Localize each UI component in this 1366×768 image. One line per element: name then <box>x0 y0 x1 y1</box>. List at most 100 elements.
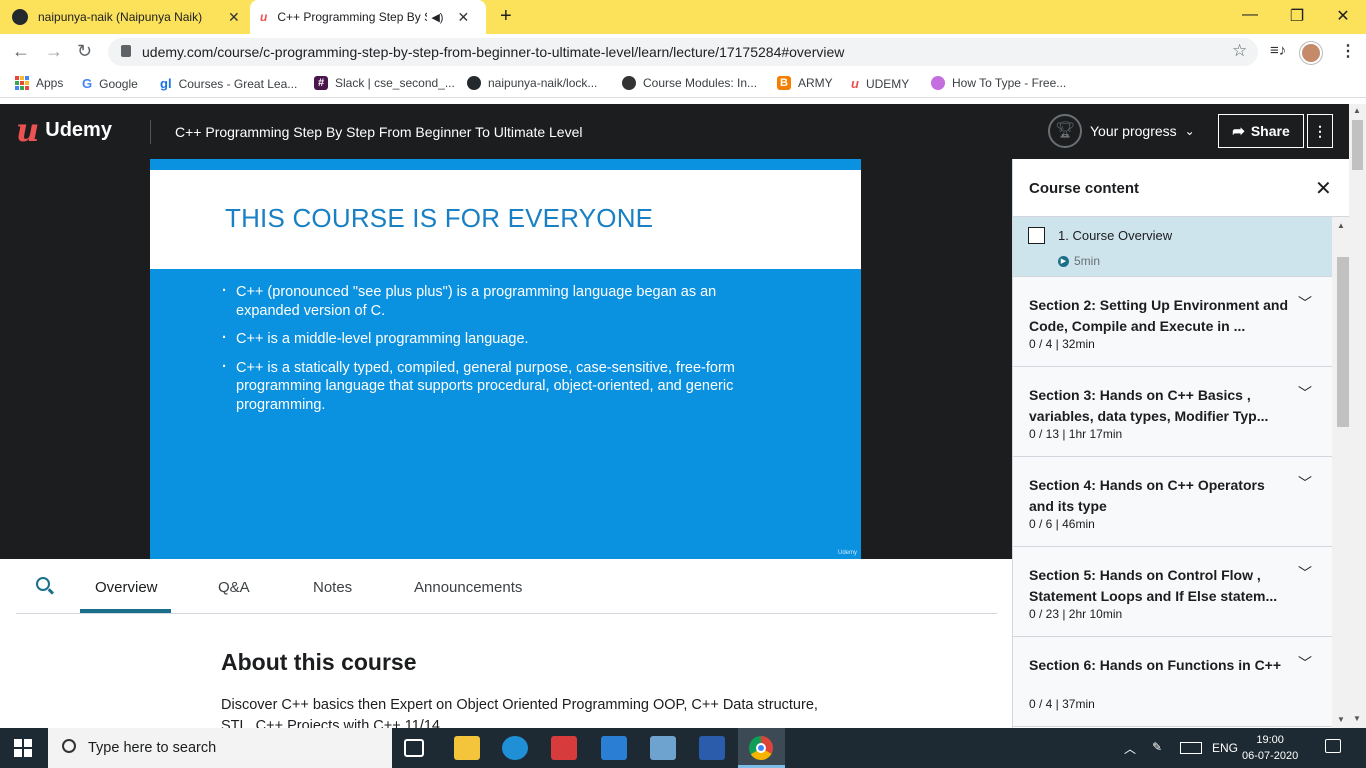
udemy-icon: u <box>851 76 859 91</box>
course-title[interactable]: C++ Programming Step By Step From Beginn… <box>175 124 582 140</box>
windows-start-icon[interactable] <box>14 739 32 757</box>
udemy-logo[interactable]: u Udemy <box>16 114 112 146</box>
section-title: Section 4: Hands on C++ Operators and it… <box>1029 477 1265 514</box>
keyboard-icon[interactable] <box>1180 742 1202 754</box>
close-tab-icon[interactable]: ✕ <box>228 9 240 26</box>
tab-overview[interactable]: Overview <box>95 579 158 596</box>
chevron-down-icon[interactable]: ﹀ <box>1298 473 1312 493</box>
scroll-up-icon[interactable]: ▲ <box>1337 221 1345 230</box>
slide-bullet: C++ (pronounced "see plus plus") is a pr… <box>222 282 782 320</box>
about-description: Discover C++ basics then Expert on Objec… <box>221 697 818 728</box>
chrome-menu-icon[interactable]: ⋮ <box>1340 41 1356 61</box>
minimize-icon[interactable]: — <box>1240 6 1260 24</box>
close-tab-icon[interactable]: ✕ <box>457 9 469 26</box>
section-meta: 0 / 4 | 37min <box>1029 697 1095 711</box>
reload-icon[interactable]: ↻ <box>77 41 92 62</box>
scroll-down-icon[interactable]: ▼ <box>1337 715 1345 724</box>
browser-tab-github[interactable]: naipunya-naik (Naipunya Naik) ✕ <box>12 0 248 34</box>
scroll-down-icon[interactable]: ▼ <box>1353 714 1361 723</box>
computer-icon[interactable] <box>650 736 676 760</box>
share-button[interactable]: ➦ Share <box>1218 114 1304 148</box>
share-label: Share <box>1250 123 1290 139</box>
bookmark-google[interactable]: G Google <box>82 76 138 91</box>
github-icon <box>467 76 481 90</box>
notifications-icon[interactable] <box>1325 739 1341 753</box>
video-player[interactable]: THIS COURSE IS FOR EVERYONE C++ (pronoun… <box>0 159 1012 559</box>
new-tab-icon[interactable]: + <box>500 5 512 28</box>
edge-icon[interactable] <box>502 736 528 760</box>
lecture-complete-checkbox[interactable] <box>1028 227 1045 244</box>
bookmark-army[interactable]: B ARMY <box>777 76 833 90</box>
bookmark-course-modules[interactable]: Course Modules: In... <box>622 76 757 90</box>
slide-title: THIS COURSE IS FOR EVERYONE <box>225 203 654 233</box>
bookmark-udemy[interactable]: u UDEMY <box>851 76 909 91</box>
gift-icon[interactable] <box>551 736 577 760</box>
file-explorer-icon[interactable] <box>454 736 480 760</box>
sidebar-scroll-thumb[interactable] <box>1337 257 1349 427</box>
typing-icon <box>931 76 945 90</box>
taskbar-search-box[interactable]: Type here to search <box>48 728 392 768</box>
bookmark-star-icon[interactable]: ☆ <box>1232 41 1247 61</box>
chevron-down-icon[interactable]: ﹀ <box>1298 293 1312 313</box>
chevron-down-icon[interactable]: ﹀ <box>1298 383 1312 403</box>
trophy-icon: 🏆︎ <box>1048 114 1082 148</box>
speaker-icon[interactable]: ◀) <box>431 11 443 24</box>
section-item[interactable]: Section 4: Hands on C++ Operators and it… <box>1013 457 1332 547</box>
mail-icon[interactable] <box>601 736 627 760</box>
bookmark-label: Course Modules: In... <box>643 76 758 90</box>
page-scrollbar[interactable]: ▲ ▼ <box>1349 104 1366 728</box>
more-options-icon[interactable]: ⋮ <box>1307 114 1333 148</box>
browser-tab-udemy[interactable]: u C++ Programming Step By Step ◀) ✕ <box>250 0 486 34</box>
current-lecture-item[interactable]: 1. Course Overview ▶ 5min <box>1013 217 1332 277</box>
chevron-down-icon[interactable]: ﹀ <box>1298 563 1312 583</box>
sidebar-scrollbar[interactable]: ▲ ▼ <box>1332 217 1349 728</box>
pen-icon[interactable]: ✎ <box>1152 740 1162 754</box>
tab-notes[interactable]: Notes <box>313 579 352 596</box>
section-title: Section 6: Hands on Functions in C++ <box>1029 657 1282 673</box>
tab-qa[interactable]: Q&A <box>218 579 250 596</box>
word-icon[interactable] <box>699 736 725 760</box>
bookmarks-bar: Apps G Google gl Courses - Great Lea... … <box>0 70 1366 98</box>
bookmark-how-to-type[interactable]: How To Type - Free... <box>931 76 1066 90</box>
section-item[interactable]: Section 5: Hands on Control Flow , State… <box>1013 547 1332 637</box>
udemy-icon: u <box>260 10 268 24</box>
forward-icon[interactable]: → <box>45 41 63 62</box>
lecture-slide: THIS COURSE IS FOR EVERYONE C++ (pronoun… <box>150 159 861 559</box>
close-window-icon[interactable]: ✕ <box>1333 6 1353 26</box>
task-view-icon[interactable] <box>404 739 424 757</box>
tab-announcements[interactable]: Announcements <box>414 579 522 596</box>
search-icon <box>62 739 76 753</box>
section-meta: 0 / 13 | 1hr 17min <box>1029 427 1123 441</box>
address-bar[interactable]: udemy.com/course/c-programming-step-by-s… <box>108 38 1258 66</box>
lock-icon <box>121 45 131 57</box>
close-icon[interactable]: ✕ <box>1315 176 1332 201</box>
section-item[interactable]: Section 2: Setting Up Environment and Co… <box>1013 277 1332 367</box>
slide-bullet: C++ is a statically typed, compiled, gen… <box>222 358 782 415</box>
bookmark-github[interactable]: naipunya-naik/lock... <box>467 76 597 90</box>
slack-icon: # <box>314 76 328 90</box>
language-indicator[interactable]: ENG <box>1212 741 1238 755</box>
section-item[interactable]: Section 3: Hands on C++ Basics , variabl… <box>1013 367 1332 457</box>
slide-bullet: C++ is a middle-level programming langua… <box>222 329 782 349</box>
url-text: udemy.com/course/c-programming-step-by-s… <box>142 44 845 60</box>
bookmark-apps[interactable]: Apps <box>15 76 63 90</box>
chrome-taskbar-button[interactable] <box>738 728 785 768</box>
section-item[interactable]: Section 6: Hands on Functions in C++ 0 /… <box>1013 637 1332 727</box>
section-meta: 0 / 4 | 32min <box>1029 337 1095 351</box>
restore-icon[interactable]: ❐ <box>1287 6 1307 26</box>
media-control-icon[interactable]: ≡♪ <box>1270 42 1286 59</box>
bookmark-great-learning[interactable]: gl Courses - Great Lea... <box>160 76 297 91</box>
google-icon: G <box>82 76 93 91</box>
chevron-up-icon[interactable]: ︿ <box>1124 740 1136 757</box>
back-icon[interactable]: ← <box>12 41 30 62</box>
progress-label: Your progress <box>1090 123 1177 139</box>
about-heading: About this course <box>221 649 417 675</box>
avatar[interactable] <box>1300 42 1322 64</box>
scroll-up-icon[interactable]: ▲ <box>1353 106 1361 115</box>
progress-button[interactable]: 🏆︎ Your progress ⌄ <box>1048 114 1195 148</box>
search-icon-handle <box>47 588 55 595</box>
bookmark-slack[interactable]: # Slack | cse_second_... <box>314 76 455 90</box>
chevron-down-icon[interactable]: ﹀ <box>1298 653 1312 673</box>
page-scroll-thumb[interactable] <box>1352 120 1363 170</box>
system-clock[interactable]: 19:00 06-07-2020 <box>1242 732 1298 764</box>
